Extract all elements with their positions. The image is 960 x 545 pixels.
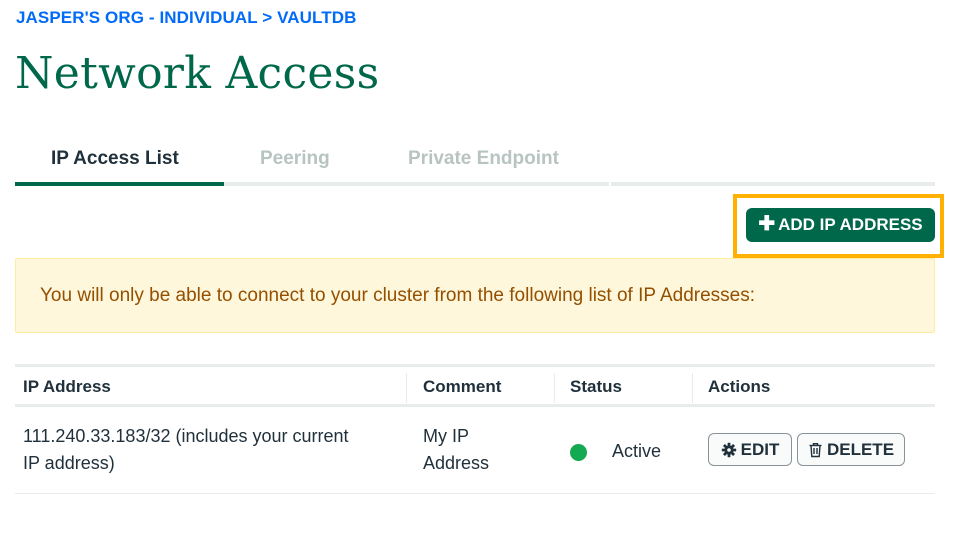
column-divider: [554, 373, 555, 403]
trash-icon: [808, 442, 823, 458]
tab-private-endpoint[interactable]: Private Endpoint: [408, 148, 559, 170]
column-divider: [692, 373, 693, 403]
add-ip-address-label: ADD IP ADDRESS: [778, 215, 923, 234]
column-header-status[interactable]: Status: [570, 377, 622, 397]
comment-line-1: My IP: [423, 426, 470, 446]
tab-peering[interactable]: Peering: [260, 148, 330, 170]
breadcrumb[interactable]: JASPER'S ORG - INDIVIDUAL > VAULTDB: [16, 8, 357, 28]
column-header-ip-address[interactable]: IP Address: [23, 377, 111, 397]
comment-cell: My IP Address: [423, 423, 489, 477]
column-header-actions: Actions: [708, 377, 771, 396]
column-header-comment[interactable]: Comment: [423, 377, 501, 397]
column-divider: [406, 373, 407, 403]
info-banner: You will only be able to connect to your…: [15, 258, 935, 333]
ip-address-cell: 111.240.33.183/32 (includes your current…: [23, 423, 349, 477]
tab-divider: [609, 182, 611, 186]
ip-address-line-1: 111.240.33.183/32 (includes your current: [23, 426, 349, 446]
ip-address-line-2: IP address): [23, 453, 115, 473]
add-ip-address-button[interactable]: ✚ ADD IP ADDRESS: [746, 208, 935, 242]
banner-text: You will only be able to connect to your…: [40, 285, 755, 306]
tab-ip-access-list[interactable]: IP Access List: [51, 148, 179, 170]
delete-button[interactable]: DELETE: [797, 433, 905, 466]
plus-icon: ✚: [758, 213, 776, 235]
edit-button[interactable]: EDIT: [708, 433, 792, 466]
active-tab-indicator: [15, 182, 224, 186]
ip-access-table: IP Address Comment Status Actions 111.24…: [15, 364, 935, 494]
page-title: Network Access: [15, 48, 380, 99]
edit-label: EDIT: [740, 439, 780, 459]
comment-line-2: Address: [423, 453, 490, 473]
status-active-dot-icon: [570, 444, 587, 461]
tab-bar: IP Access List Peering Private Endpoint: [15, 136, 935, 187]
gear-icon: [721, 442, 737, 458]
status-text: Active: [612, 441, 662, 461]
table-header: IP Address Comment Status Actions: [15, 364, 935, 407]
table-row: 111.240.33.183/32 (includes your current…: [15, 407, 935, 494]
delete-label: DELETE: [826, 439, 895, 459]
